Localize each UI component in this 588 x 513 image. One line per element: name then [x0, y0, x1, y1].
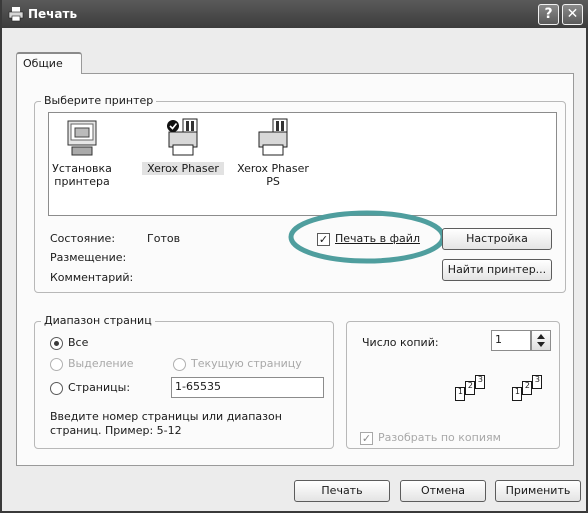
printer-group-title: Выберите принтер [41, 94, 157, 107]
radio-selection[interactable] [50, 358, 63, 371]
tab-general[interactable]: Общие [16, 52, 82, 74]
collate-label[interactable]: Разобрать по копиям [378, 431, 501, 444]
pages-input[interactable]: 1-65535 [171, 377, 324, 398]
title-bar[interactable]: Печать ? ✕ [2, 0, 588, 28]
help-button[interactable]: ? [538, 4, 559, 25]
collate-page: 1 [512, 387, 522, 401]
radio-pages[interactable] [50, 382, 63, 395]
print-to-file-checkbox[interactable]: ✓ [317, 233, 330, 246]
spinner-arrows-icon [537, 334, 545, 347]
print-button[interactable]: Печать [294, 480, 390, 502]
comment-label: Комментарий: [50, 271, 134, 284]
copies-spinner[interactable] [531, 330, 551, 351]
collate-page: 3 [532, 375, 542, 389]
printer-label: принтера [54, 175, 110, 188]
copies-label: Число копий: [362, 336, 439, 349]
cancel-button[interactable]: Отмена [400, 480, 486, 502]
close-button[interactable]: ✕ [562, 4, 583, 25]
print-to-file-label[interactable]: Печать в файл [335, 232, 420, 245]
printer-item-add[interactable]: Установка принтера [51, 119, 113, 188]
printer-label: PS [266, 175, 280, 188]
location-label: Размещение: [50, 251, 127, 264]
radio-selection-label[interactable]: Выделение [68, 357, 134, 370]
print-dialog: Печать ? ✕ Общие Выберите принтер Устано… [0, 0, 588, 513]
apply-button[interactable]: Применить [495, 480, 581, 502]
radio-all-label[interactable]: Все [68, 336, 88, 349]
settings-button[interactable]: Настройка [442, 228, 552, 250]
collate-checkbox[interactable]: ✓ [360, 432, 373, 445]
window-title: Печать [28, 7, 78, 21]
status-value: Готов [147, 232, 181, 245]
copies-input[interactable]: 1 [491, 330, 531, 351]
radio-all[interactable] [50, 337, 63, 350]
radio-current-page-label[interactable]: Текущую страницу [191, 357, 302, 370]
add-printer-icon [67, 120, 97, 156]
printer-label: Xerox Phaser [237, 162, 309, 175]
printer-item-xerox-phaser-ps[interactable]: Xerox Phaser PS [237, 117, 309, 188]
printer-label: Xerox Phaser [142, 162, 224, 175]
default-check-icon [167, 120, 179, 132]
printer-item-xerox-phaser[interactable]: Xerox Phaser [142, 117, 224, 175]
collate-page: 3 [475, 375, 485, 389]
printer-label: Установка [52, 162, 112, 175]
radio-pages-label[interactable]: Страницы: [68, 381, 130, 394]
page-range-group-title: Диапазон страниц [41, 314, 155, 327]
printer-icon [258, 118, 288, 156]
find-printer-button[interactable]: Найти принтер... [442, 259, 552, 281]
radio-current-page[interactable] [173, 358, 186, 371]
printer-app-icon [8, 7, 24, 22]
printer-list[interactable]: Установка принтера Xerox Phaser Xerox Ph… [48, 112, 557, 216]
range-hint-line1: Введите номер страницы или диапазон [50, 410, 282, 423]
printer-icon [167, 118, 198, 156]
collate-page: 2 [522, 381, 532, 395]
range-hint-line2: страниц. Пример: 5-12 [50, 424, 182, 437]
status-label: Состояние: [50, 232, 116, 245]
collate-page: 2 [465, 381, 475, 395]
collate-page: 1 [455, 387, 465, 401]
